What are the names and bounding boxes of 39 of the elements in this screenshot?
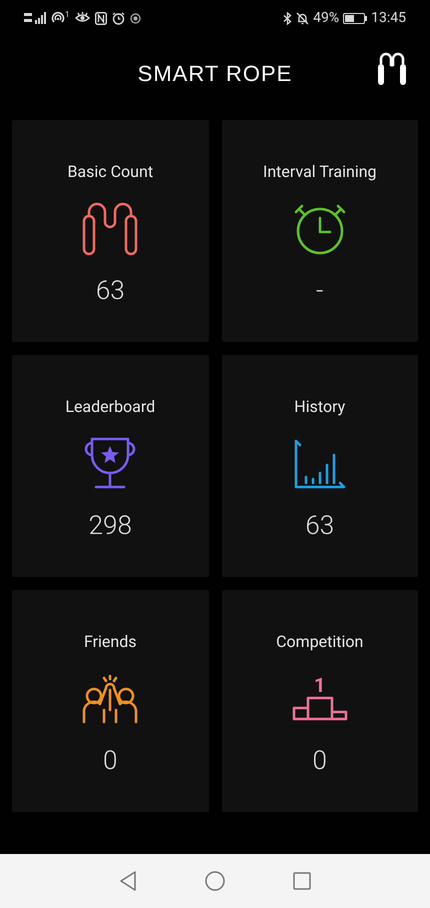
card-title: History	[294, 397, 346, 417]
back-icon	[119, 871, 137, 891]
clock-time: 13:45	[371, 8, 406, 28]
hotspot-icon	[51, 11, 65, 25]
card-value: 298	[88, 511, 132, 541]
feature-card[interactable]: Basic Count 63	[12, 120, 208, 342]
card-title: Leaderboard	[65, 397, 156, 417]
hotspot-count-label: 1	[65, 11, 70, 19]
card-title: Friends	[84, 632, 137, 652]
jump-rope-button[interactable]	[376, 51, 408, 87]
bell-off-icon	[296, 12, 310, 24]
feature-card[interactable]: Interval Training -	[222, 120, 418, 342]
card-value: 0	[312, 746, 327, 776]
rank-number: 1	[314, 674, 326, 696]
recents-button[interactable]	[293, 872, 311, 890]
feature-card[interactable]: Competition 1 0	[222, 590, 418, 812]
alarm-icon	[112, 12, 124, 24]
feature-card[interactable]: Friends 0	[12, 590, 208, 812]
battery-percent: 49%	[313, 8, 340, 28]
app-title: SMART ROPE	[138, 60, 292, 88]
jump-rope-icon	[376, 51, 408, 87]
card-value: -	[316, 276, 324, 306]
recents-icon	[293, 872, 311, 890]
feature-card[interactable]: History 63	[222, 355, 418, 577]
card-value: 63	[96, 276, 125, 306]
card-value: 0	[103, 746, 118, 776]
card-title: Basic Count	[67, 162, 154, 182]
nfc-icon	[94, 12, 106, 24]
home-icon	[205, 871, 225, 891]
feature-card[interactable]: Leaderboard 298	[12, 355, 208, 577]
back-button[interactable]	[119, 871, 137, 891]
eye-icon	[74, 12, 90, 24]
card-value: 63	[305, 511, 334, 541]
signal-icon	[24, 12, 46, 24]
card-title: Competition	[276, 632, 364, 652]
home-button[interactable]	[205, 871, 225, 891]
bluetooth-icon	[283, 12, 292, 24]
card-title: Interval Training	[262, 162, 377, 182]
circle-icon	[130, 12, 140, 24]
